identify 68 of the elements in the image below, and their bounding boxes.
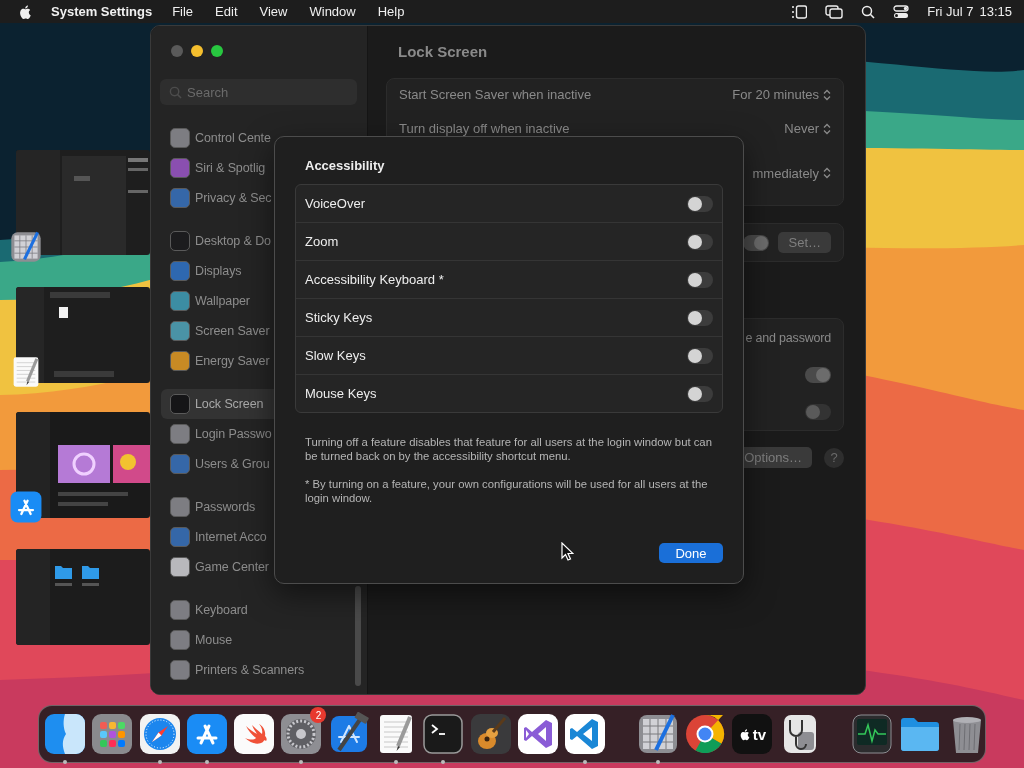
code-ribbon-icon[interactable] [563, 712, 608, 756]
note-text: * By turning on a feature, your own configurations will be used for all users at the login window. [305, 477, 709, 505]
sidebar-item[interactable]: Printers & Scanners [161, 655, 357, 685]
minimize-button[interactable] [191, 45, 203, 57]
two-tone-face-tile-icon[interactable] [43, 712, 87, 756]
tv-icon[interactable]: tv [732, 714, 773, 754]
menu-item[interactable]: Edit [215, 4, 238, 19]
app-menu[interactable]: System Settings [51, 4, 153, 19]
feature-label: Sticky Keys [305, 310, 373, 325]
feature-label: Accessibility Keyboard * [305, 272, 444, 287]
popup-button[interactable]: Never [784, 121, 831, 136]
sidebar-item[interactable]: Keyboard [161, 595, 357, 625]
toggle-switch[interactable] [687, 385, 713, 402]
triangle-lines-icon[interactable] [184, 712, 229, 756]
ribbon-icon[interactable] [515, 712, 560, 756]
monitor-graph-icon[interactable] [850, 712, 895, 756]
toggle-switch[interactable] [687, 309, 713, 326]
feature-label: Zoom [305, 234, 339, 249]
menu-bar-date[interactable]: Fri Jul 7 [927, 4, 974, 19]
help-button[interactable]: ? [824, 447, 844, 468]
setting-label: e and password [745, 330, 831, 345]
guitar-icon[interactable] [468, 712, 513, 756]
toggle-switch[interactable] [687, 233, 713, 250]
set-button[interactable]: Set… [778, 232, 831, 253]
window-thumbnail[interactable] [16, 287, 150, 383]
up-down-chevron-icon [823, 88, 831, 101]
control-center-icon[interactable] [893, 4, 910, 19]
notification-badge: 2 [310, 707, 327, 723]
setting-label: Turn display off when inactive [399, 121, 570, 136]
menu-item[interactable]: File [172, 4, 194, 19]
bird-icon[interactable] [232, 712, 277, 756]
windows-icon[interactable] [825, 4, 844, 19]
toggle-switch[interactable] [743, 234, 770, 251]
gear-icon[interactable] [279, 712, 324, 756]
search-icon[interactable] [861, 4, 876, 19]
menu-item[interactable]: Window [309, 4, 356, 19]
sidebar-icon[interactable] [791, 4, 808, 19]
setting-label: Start Screen Saver when inactive [399, 87, 592, 102]
menu-item[interactable]: Help [377, 4, 405, 19]
sidebar-item[interactable]: Mouse [161, 625, 357, 655]
scrollbar[interactable] [355, 586, 361, 686]
up-down-chevron-icon [823, 122, 831, 135]
popup-button[interactable]: For 20 minutes [732, 87, 831, 102]
window-thumbnail[interactable] [16, 549, 150, 645]
terminal-icon[interactable] [421, 712, 466, 756]
toggle-switch[interactable] [687, 347, 713, 364]
popup-button[interactable]: mmediately [752, 165, 831, 181]
feature-label: Slow Keys [305, 348, 366, 363]
grid-icon[interactable] [90, 712, 135, 756]
note-text: Turning off a feature disables that feature for all users at the login window but can be turned back on by the accessibility shortcut menu. [305, 435, 713, 463]
window-thumbnail[interactable] [16, 412, 150, 518]
page-title: Lock Screen [398, 43, 489, 60]
zoom-button[interactable] [211, 45, 223, 57]
menu-item[interactable]: View [259, 4, 288, 19]
toggle-switch[interactable] [687, 271, 713, 288]
grid-pencil-icon [9, 230, 43, 264]
dialog-title: Accessibility [305, 158, 386, 173]
window-thumbnail[interactable] [16, 150, 150, 255]
compass-icon[interactable] [137, 712, 182, 756]
toggle-switch[interactable] [805, 403, 831, 420]
feature-label: VoiceOver [305, 196, 365, 211]
toggle-switch[interactable] [687, 195, 713, 212]
pointer-icon [561, 542, 574, 561]
done-button[interactable]: Done [659, 543, 723, 563]
search-field[interactable]: Search [160, 79, 357, 105]
toggle-switch[interactable] [805, 366, 831, 383]
up-down-chevron-icon [823, 167, 831, 179]
menu-bar-time[interactable]: 13:15 [979, 4, 1012, 19]
